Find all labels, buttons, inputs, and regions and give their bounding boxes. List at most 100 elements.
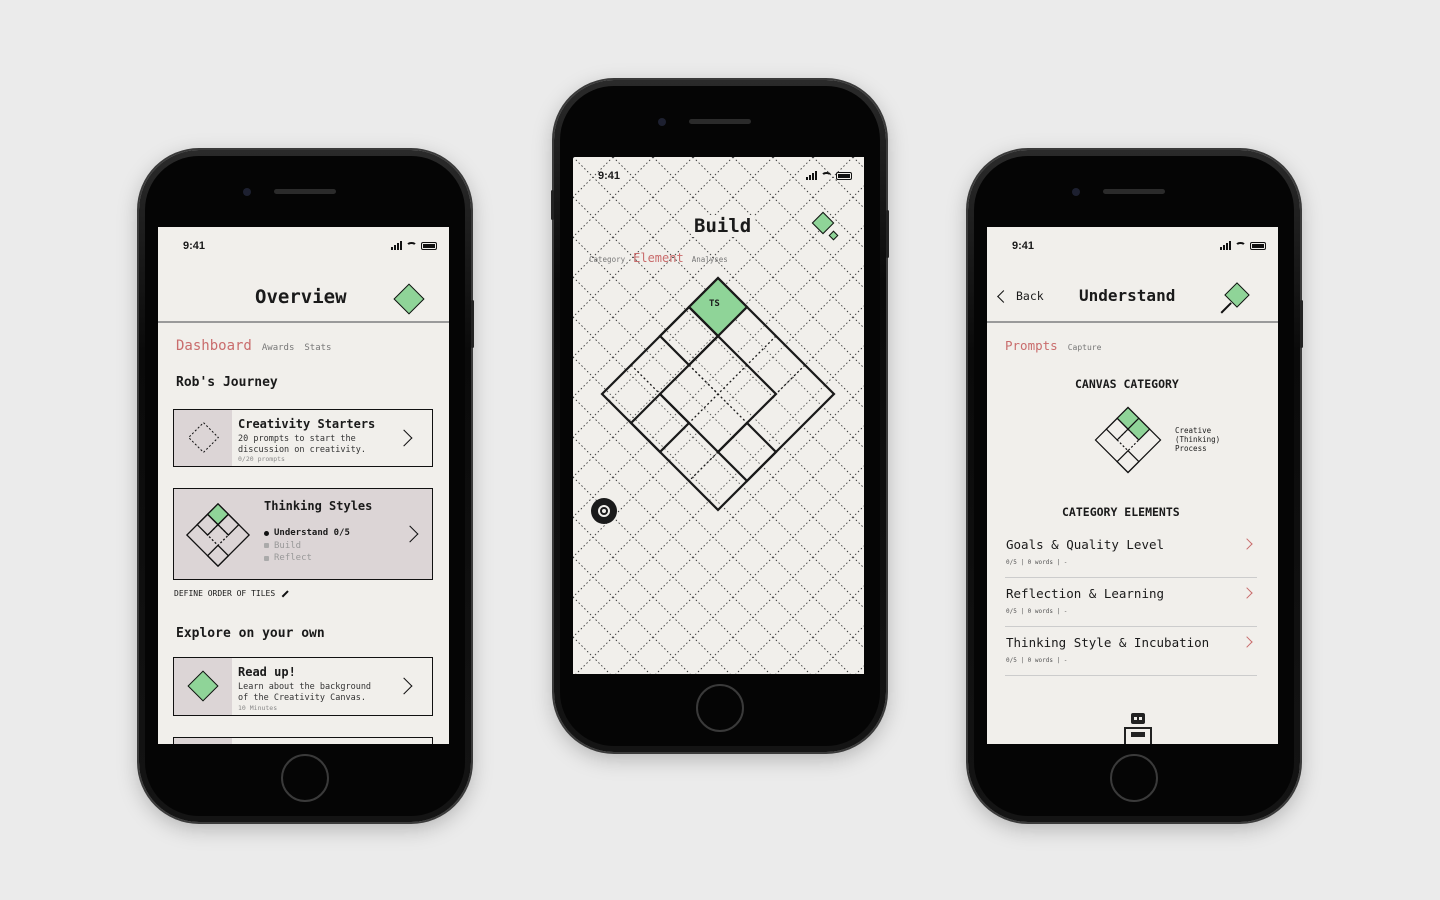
signal-icon (391, 241, 402, 250)
front-camera (1072, 188, 1080, 196)
card-description: 20 prompts to start the discussion on cr… (238, 434, 366, 455)
step-understand[interactable]: Understand 0/5 (264, 527, 350, 540)
tab-analyses[interactable]: Analyses (692, 255, 728, 264)
signal-icon (1220, 241, 1231, 250)
signal-icon (806, 171, 817, 180)
home-button[interactable] (1110, 754, 1158, 802)
step-label: Understand 0/5 (274, 528, 350, 538)
tile-label[interactable]: TS (709, 299, 720, 309)
logo-pin-icon[interactable] (1220, 282, 1260, 315)
back-label: Back (1016, 289, 1044, 303)
card-title: Thinking Styles (264, 499, 373, 513)
build-tabs: Category Element Analyses (589, 251, 728, 265)
element-row-goals[interactable]: Goals & Quality Level 0/5 | 0 words | - (1005, 529, 1257, 578)
define-order-label: DEFINE ORDER OF TILES (174, 589, 276, 598)
tab-element[interactable]: Element (633, 251, 684, 265)
category-caption: Creative (Thinking) Process (1175, 426, 1221, 453)
category-elements-heading: CATEGORY ELEMENTS (1062, 505, 1180, 519)
define-order-link[interactable]: DEFINE ORDER OF TILES (174, 589, 289, 598)
status-bar: 9:41 (598, 170, 852, 184)
battery-icon (1250, 241, 1266, 250)
card-title: Read up! (238, 665, 296, 679)
category-canvas-icon (1094, 406, 1162, 474)
card-description: Learn about the background of the Creati… (238, 682, 372, 703)
step-label: Build (274, 540, 302, 551)
canvas-grid-icon (185, 502, 251, 568)
recenter-button[interactable] (591, 498, 617, 524)
wifi-icon (406, 241, 417, 250)
chevron-right-icon (1241, 587, 1253, 599)
canvas-category-heading: CANVAS CATEGORY (1075, 377, 1179, 391)
status-icons (391, 241, 437, 250)
chevron-right-icon (1241, 538, 1253, 550)
element-meta: 0/5 | 0 words | - (1006, 657, 1068, 664)
robot-icon (1122, 713, 1154, 744)
chevron-right-icon (395, 677, 413, 695)
status-icons (1220, 241, 1266, 250)
lock-icon (264, 555, 269, 561)
app-logo-icon[interactable] (393, 283, 425, 315)
wifi-icon (1235, 241, 1246, 250)
element-row-reflection[interactable]: Reflection & Learning 0/5 | 0 words | - (1005, 578, 1257, 627)
logo-diamond-small (828, 230, 839, 241)
logo-icon[interactable] (810, 211, 850, 246)
page-title: Understand (1079, 286, 1176, 305)
tab-prompts[interactable]: Prompts (1005, 338, 1058, 353)
chevron-right-icon (1241, 636, 1253, 648)
thinking-steps: Understand 0/5 Build Reflect (264, 527, 350, 565)
build-screen: 9:41 Build Category Element Analyses TS (573, 157, 864, 674)
understand-tabs: Prompts Capture (1005, 338, 1101, 353)
dotted-diamond-icon (187, 421, 220, 454)
card-thumbnail (174, 738, 232, 744)
card-meta: 0/20 prompts (238, 455, 285, 463)
status-time: 9:41 (1012, 240, 1035, 252)
element-label: Thinking Style & Incubation (1006, 635, 1210, 650)
step-reflect: Reflect (264, 552, 350, 565)
thinking-styles-card[interactable]: Thinking Styles Understand 0/5 Build Ref… (173, 488, 433, 580)
step-label: Reflect (274, 553, 312, 563)
home-button[interactable] (281, 754, 329, 802)
card-title: Creativity Starters (238, 417, 376, 431)
bullet-icon (264, 530, 269, 536)
creativity-starters-card[interactable]: Creativity Starters 20 prompts to start … (173, 409, 433, 467)
chevron-left-icon (997, 289, 1010, 303)
side-button (471, 300, 474, 348)
pencil-icon (281, 590, 289, 597)
chevron-right-icon (401, 525, 419, 543)
side-button (1300, 300, 1303, 348)
back-button[interactable]: Back (997, 289, 1044, 303)
phone-overview: 9:41 Overview Dashboard Awards Stats Rob… (139, 150, 474, 822)
status-time: 9:41 (183, 240, 206, 252)
earpiece-speaker (689, 119, 751, 124)
tab-awards[interactable]: Awards (262, 343, 295, 353)
step-build: Build (264, 540, 350, 553)
lock-icon (264, 543, 269, 549)
page-title: Overview (255, 286, 347, 308)
explore-heading: Explore on your own (176, 626, 325, 641)
card-thumbnail (174, 658, 232, 715)
header-divider (158, 321, 449, 323)
status-icons (806, 171, 852, 180)
tab-stats[interactable]: Stats (304, 343, 331, 353)
element-label: Reflection & Learning (1006, 586, 1165, 601)
battery-icon (836, 171, 852, 180)
element-row-thinking-style[interactable]: Thinking Style & Incubation 0/5 | 0 word… (1005, 627, 1257, 676)
home-button[interactable] (696, 684, 744, 732)
phone-build: 9:41 Build Category Element Analyses TS (551, 80, 889, 752)
focus-icon (598, 505, 610, 517)
earpiece-speaker (1103, 189, 1165, 194)
battery-icon (421, 241, 437, 250)
element-label: Goals & Quality Level (1006, 537, 1165, 552)
overview-screen: 9:41 Overview Dashboard Awards Stats Rob… (158, 227, 449, 744)
next-card-partial[interactable] (173, 737, 433, 744)
tab-capture[interactable]: Capture (1068, 343, 1102, 352)
read-up-card[interactable]: Read up! Learn about the background of t… (173, 657, 433, 716)
earpiece-speaker (274, 189, 336, 194)
page-title: Build (691, 215, 755, 237)
tab-category[interactable]: Category (589, 255, 625, 264)
overview-tabs: Dashboard Awards Stats (176, 338, 331, 354)
volume-button (551, 190, 554, 220)
header-divider (987, 321, 1278, 323)
tab-dashboard[interactable]: Dashboard (176, 338, 252, 354)
status-bar: 9:41 (1012, 240, 1266, 254)
